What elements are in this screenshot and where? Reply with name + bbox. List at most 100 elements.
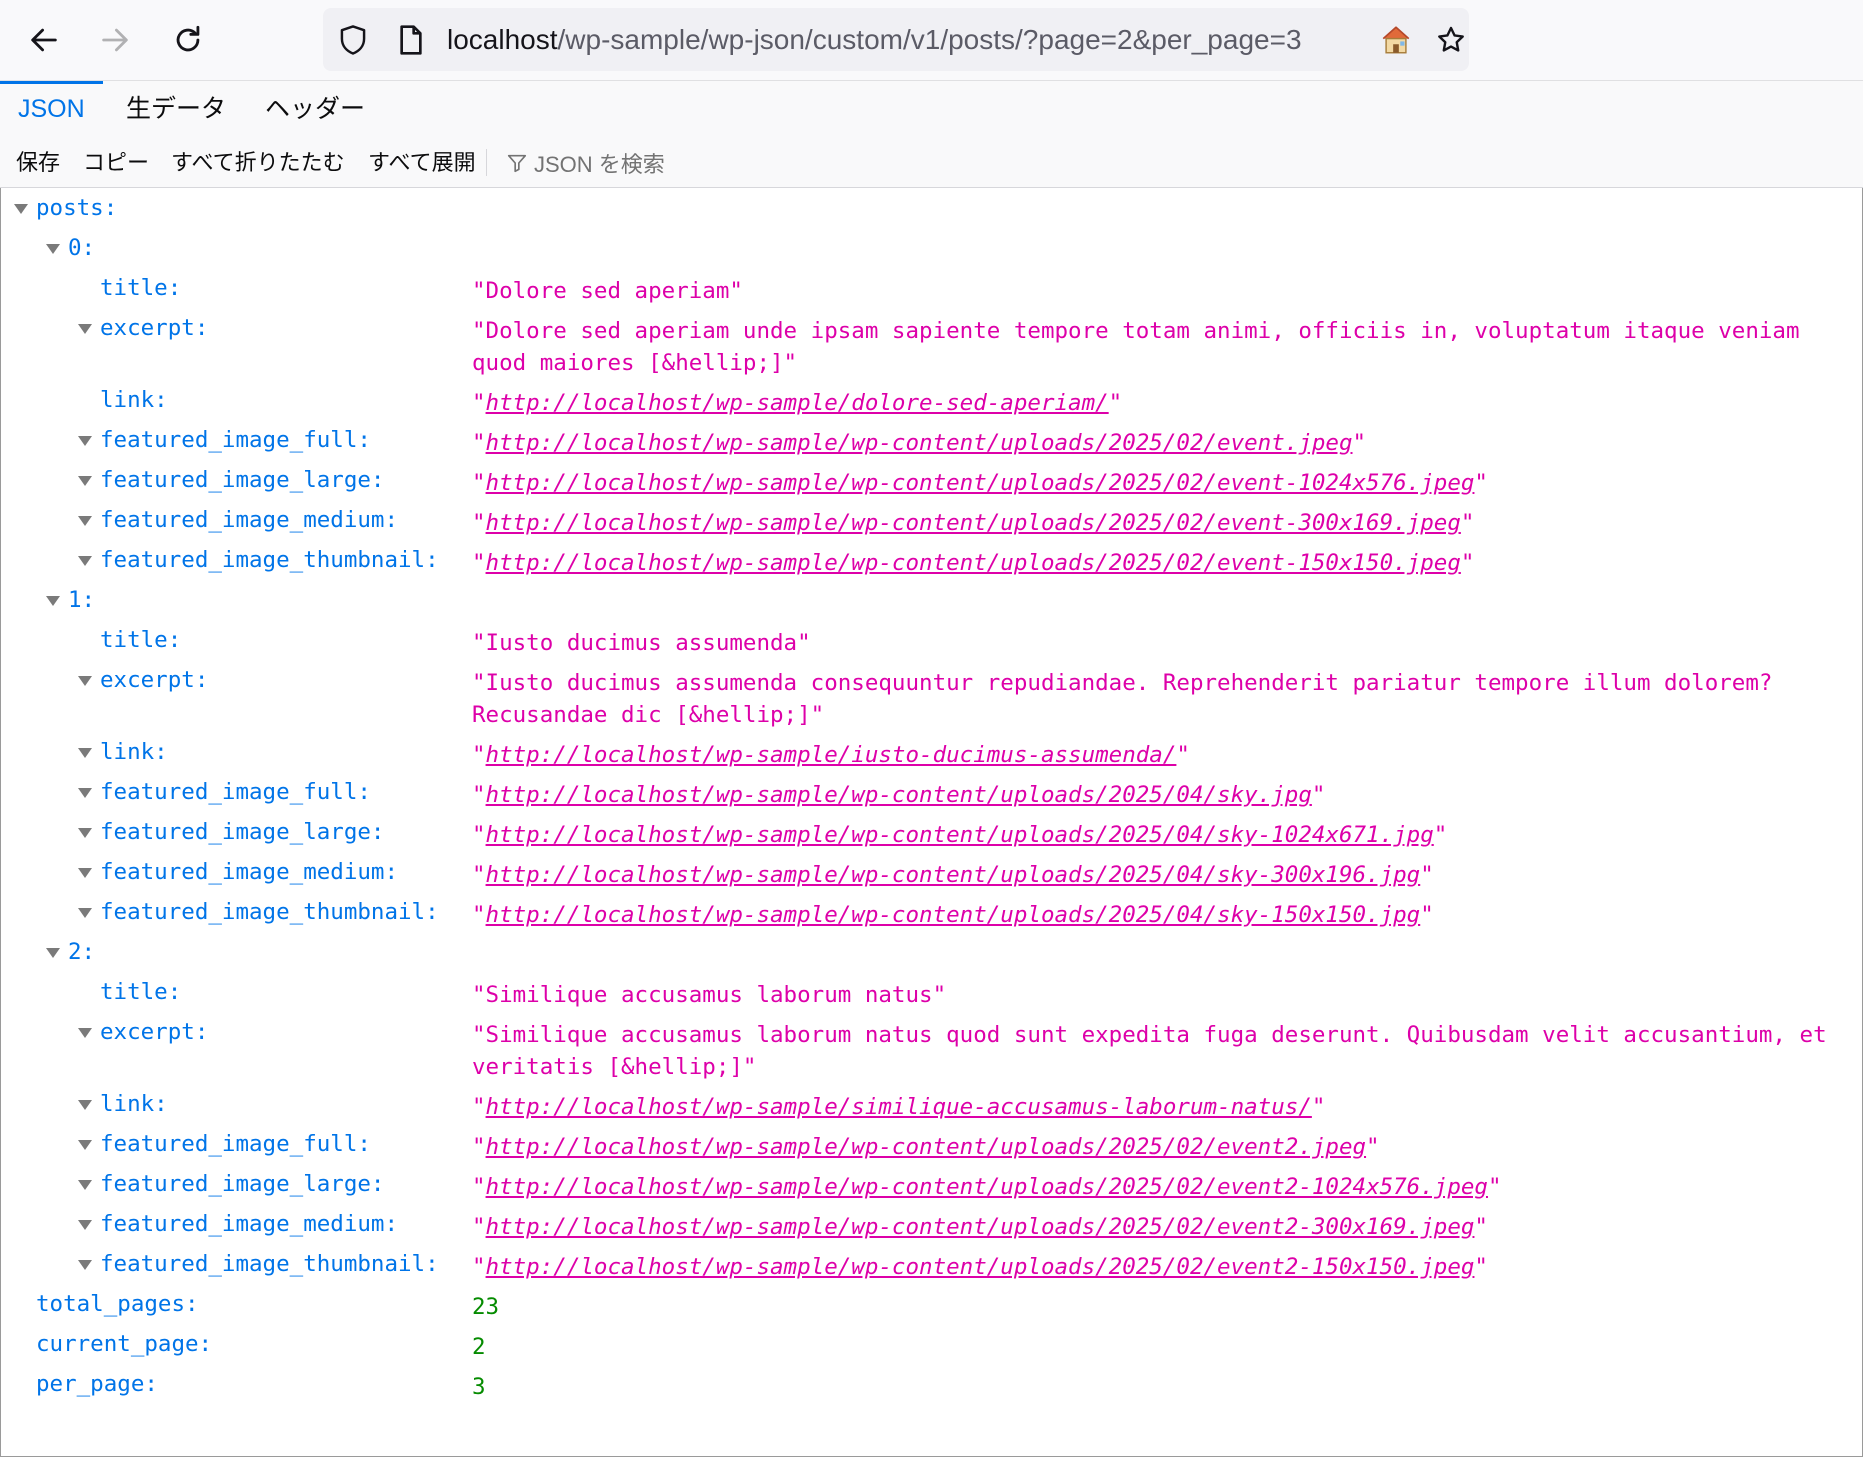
- json-link[interactable]: http://localhost/wp-sample/wp-content/up…: [486, 782, 1312, 808]
- expand-toggle-icon[interactable]: [78, 324, 92, 334]
- expand-toggle-icon[interactable]: [78, 908, 92, 918]
- save-button[interactable]: 保存: [16, 138, 60, 187]
- shield-icon[interactable]: [335, 22, 371, 58]
- tree-row-featured-image-medium[interactable]: featured_image_medium: "http://localhost/…: [0, 502, 1863, 542]
- tree-row-current-page[interactable]: current_page: 2: [0, 1326, 1863, 1366]
- forward-icon[interactable]: [87, 16, 143, 64]
- tree-row-title[interactable]: title: "Dolore sed aperiam": [0, 270, 1863, 310]
- tree-row-featured-image-medium[interactable]: featured_image_medium: "http://localhost/…: [0, 1206, 1863, 1246]
- tab-raw-data[interactable]: 生データ: [108, 81, 244, 138]
- json-key: featured_image_medium:: [100, 1211, 399, 1237]
- tree-row-total-pages[interactable]: total_pages: 23: [0, 1286, 1863, 1326]
- json-filter-input[interactable]: JSON を検索: [506, 138, 665, 187]
- json-string-value: "http://localhost/wp-sample/wp-content/u…: [472, 822, 1448, 848]
- expand-toggle-icon[interactable]: [78, 1028, 92, 1038]
- json-link[interactable]: http://localhost/wp-sample/wp-content/up…: [486, 822, 1434, 848]
- tree-row-post-index[interactable]: 0:: [0, 230, 1863, 270]
- tree-row-excerpt[interactable]: excerpt: "Similique accusamus laborum nat…: [0, 1014, 1863, 1086]
- json-key: 2:: [68, 939, 96, 965]
- expand-toggle-icon[interactable]: [78, 828, 92, 838]
- json-key: posts:: [36, 195, 118, 221]
- tree-row-featured-image-large[interactable]: featured_image_large: "http://localhost/w…: [0, 814, 1863, 854]
- expand-toggle-icon[interactable]: [78, 556, 92, 566]
- json-link[interactable]: http://localhost/wp-sample/dolore-sed-ap…: [486, 390, 1109, 416]
- tab-headers[interactable]: ヘッダー: [247, 81, 383, 138]
- json-link[interactable]: http://localhost/wp-sample/wp-content/up…: [486, 1214, 1475, 1240]
- json-string-value: "Iusto ducimus assumenda": [472, 630, 811, 656]
- json-key: featured_image_full:: [100, 779, 371, 805]
- tree-row-featured-image-medium[interactable]: featured_image_medium: "http://localhost/…: [0, 854, 1863, 894]
- tree-row-featured-image-full[interactable]: featured_image_full: "http://localhost/wp…: [0, 1126, 1863, 1166]
- expand-toggle-icon[interactable]: [46, 244, 60, 254]
- expand-toggle-icon[interactable]: [78, 1100, 92, 1110]
- json-link[interactable]: http://localhost/wp-sample/similique-acc…: [486, 1094, 1312, 1120]
- expand-toggle-icon[interactable]: [46, 948, 60, 958]
- json-string-value: "Dolore sed aperiam": [472, 278, 743, 304]
- reload-icon[interactable]: [160, 16, 216, 64]
- home-icon[interactable]: [1378, 22, 1414, 58]
- tree-row-featured-image-large[interactable]: featured_image_large: "http://localhost/w…: [0, 462, 1863, 502]
- tree-row-excerpt[interactable]: excerpt: "Dolore sed aperiam unde ipsam s…: [0, 310, 1863, 382]
- json-key: title:: [100, 627, 182, 653]
- tree-row-featured-image-thumbnail[interactable]: featured_image_thumbnail: "http://localho…: [0, 1246, 1863, 1286]
- json-link[interactable]: http://localhost/wp-sample/wp-content/up…: [486, 1134, 1367, 1160]
- tree-row-link[interactable]: link: "http://localhost/wp-sample/iusto-d…: [0, 734, 1863, 774]
- tree-row-link[interactable]: link: "http://localhost/wp-sample/similiq…: [0, 1086, 1863, 1126]
- back-icon[interactable]: [16, 16, 72, 64]
- json-key: title:: [100, 275, 182, 301]
- expand-toggle-icon[interactable]: [78, 1180, 92, 1190]
- expand-toggle-icon[interactable]: [78, 1260, 92, 1270]
- browser-toolbar: localhost/wp-sample/wp-json/custom/v1/po…: [0, 0, 1863, 80]
- expand-toggle-icon[interactable]: [78, 476, 92, 486]
- json-link[interactable]: http://localhost/wp-sample/wp-content/up…: [486, 1254, 1475, 1280]
- tree-row-post-index[interactable]: 2:: [0, 934, 1863, 974]
- json-string-value: "http://localhost/wp-sample/wp-content/u…: [472, 430, 1367, 456]
- tree-row-per-page[interactable]: per_page: 3: [0, 1366, 1863, 1406]
- json-link[interactable]: http://localhost/wp-sample/wp-content/up…: [486, 550, 1461, 576]
- expand-toggle-icon[interactable]: [78, 676, 92, 686]
- json-string-value: "http://localhost/wp-sample/wp-content/u…: [472, 1174, 1502, 1200]
- tree-row-posts[interactable]: posts:: [0, 190, 1863, 230]
- tree-row-title[interactable]: title: "Similique accusamus laborum natus…: [0, 974, 1863, 1014]
- json-key: excerpt:: [100, 1019, 209, 1045]
- expand-toggle-icon[interactable]: [78, 788, 92, 798]
- json-key: featured_image_large:: [100, 1171, 385, 1197]
- tree-row-featured-image-thumbnail[interactable]: featured_image_thumbnail: "http://localho…: [0, 894, 1863, 934]
- expand-toggle-icon[interactable]: [78, 1140, 92, 1150]
- expand-toggle-icon[interactable]: [78, 748, 92, 758]
- copy-button[interactable]: コピー: [83, 138, 149, 187]
- json-link[interactable]: http://localhost/wp-sample/wp-content/up…: [486, 470, 1475, 496]
- tree-row-featured-image-thumbnail[interactable]: featured_image_thumbnail: "http://localho…: [0, 542, 1863, 582]
- collapse-all-button[interactable]: すべて折りたたむ: [171, 138, 345, 187]
- expand-toggle-icon[interactable]: [78, 516, 92, 526]
- tree-row-link[interactable]: link: "http://localhost/wp-sample/dolore-…: [0, 382, 1863, 422]
- json-link[interactable]: http://localhost/wp-sample/wp-content/up…: [486, 1174, 1488, 1200]
- address-bar[interactable]: localhost/wp-sample/wp-json/custom/v1/po…: [323, 8, 1469, 71]
- url-path: /wp-sample/wp-json/custom/v1/posts/?page…: [557, 24, 1302, 55]
- json-link[interactable]: http://localhost/wp-sample/wp-content/up…: [486, 510, 1461, 536]
- tab-json[interactable]: JSON: [0, 81, 103, 138]
- tree-row-excerpt[interactable]: excerpt: "Iusto ducimus assumenda consequ…: [0, 662, 1863, 734]
- json-link[interactable]: http://localhost/wp-sample/wp-content/up…: [486, 862, 1421, 888]
- tree-row-featured-image-full[interactable]: featured_image_full: "http://localhost/wp…: [0, 422, 1863, 462]
- tree-row-featured-image-full[interactable]: featured_image_full: "http://localhost/wp…: [0, 774, 1863, 814]
- json-string-value: "http://localhost/wp-sample/wp-content/u…: [472, 470, 1488, 496]
- tree-row-title[interactable]: title: "Iusto ducimus assumenda": [0, 622, 1863, 662]
- page-icon[interactable]: [393, 22, 429, 58]
- expand-toggle-icon[interactable]: [78, 868, 92, 878]
- expand-toggle-icon[interactable]: [46, 596, 60, 606]
- url-text[interactable]: localhost/wp-sample/wp-json/custom/v1/po…: [447, 22, 1302, 58]
- json-string-value: "http://localhost/wp-sample/wp-content/u…: [472, 550, 1475, 576]
- expand-all-button[interactable]: すべて展開: [368, 138, 476, 187]
- json-link[interactable]: http://localhost/wp-sample/wp-content/up…: [486, 430, 1353, 456]
- json-link[interactable]: http://localhost/wp-sample/iusto-ducimus…: [486, 742, 1177, 768]
- tree-row-featured-image-large[interactable]: featured_image_large: "http://localhost/w…: [0, 1166, 1863, 1206]
- json-key: featured_image_thumbnail:: [100, 899, 439, 925]
- tree-row-post-index[interactable]: 1:: [0, 582, 1863, 622]
- expand-toggle-icon[interactable]: [78, 1220, 92, 1230]
- expand-toggle-icon[interactable]: [14, 204, 28, 214]
- json-link[interactable]: http://localhost/wp-sample/wp-content/up…: [486, 902, 1421, 928]
- json-key: featured_image_large:: [100, 467, 385, 493]
- star-icon[interactable]: [1433, 22, 1469, 58]
- expand-toggle-icon[interactable]: [78, 436, 92, 446]
